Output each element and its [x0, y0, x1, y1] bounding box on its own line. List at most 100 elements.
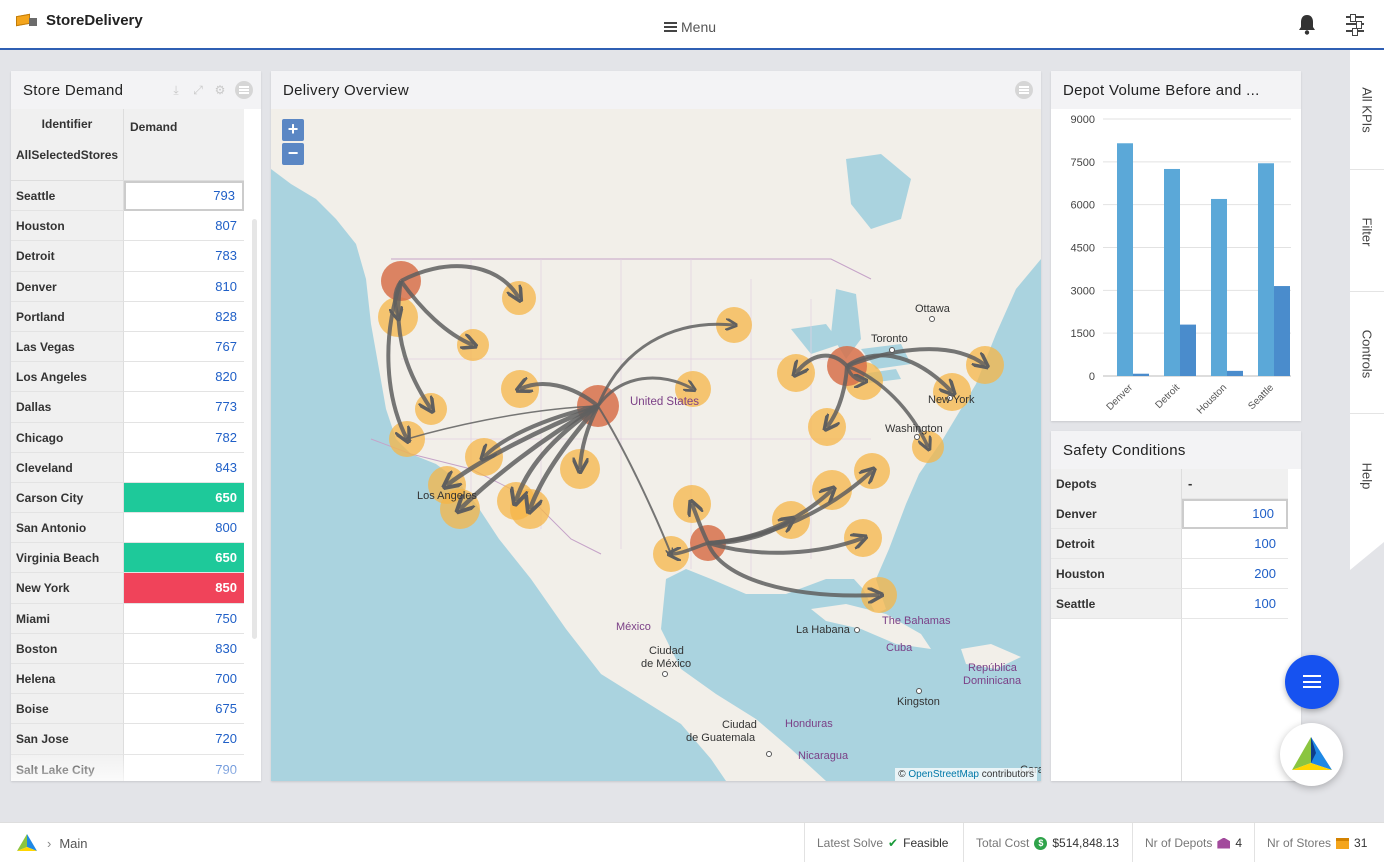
demand-cell[interactable]: 843: [124, 453, 244, 483]
depot-name-cell: Denver: [1051, 499, 1182, 529]
map-label-rep-dom-1: República: [968, 662, 1018, 674]
menu-label: Menu: [681, 19, 717, 35]
y-tick-label: 1500: [1071, 328, 1095, 340]
demand-cell[interactable]: 650: [124, 482, 244, 514]
bar-detroit-series-1[interactable]: [1164, 168, 1180, 376]
scrollbar[interactable]: [252, 219, 257, 639]
delivery-map[interactable]: Ottawa Toronto United States New York Wa…: [271, 109, 1041, 781]
delivery-overview-panel: Delivery Overview Ottawa Toronto United …: [271, 71, 1041, 781]
demand-cell[interactable]: 782: [124, 423, 244, 453]
table-row: San Antonio 800: [11, 513, 261, 544]
download-icon[interactable]: ⤓: [169, 83, 183, 97]
tab-all-kpis[interactable]: All KPIs: [1350, 50, 1384, 170]
table-row: Detroit 100: [1051, 529, 1301, 559]
demand-cell[interactable]: 828: [124, 302, 244, 332]
demand-cell[interactable]: 820: [124, 362, 244, 393]
menu-button[interactable]: Menu: [664, 19, 716, 35]
fab-menu-button[interactable]: [1285, 655, 1339, 709]
panel-menu-icon[interactable]: [1015, 81, 1033, 99]
identifier-header: Identifier: [41, 117, 93, 131]
safety-value-cell[interactable]: 100: [1182, 529, 1288, 559]
delivery-overview-title: Delivery Overview: [283, 81, 409, 99]
safety-conditions-table: Depots - Denver 100 Detroit 100 Houston 200 Se…: [1051, 469, 1301, 781]
breadcrumb-main[interactable]: Main: [59, 836, 87, 851]
expand-icon[interactable]: ⤢: [191, 83, 205, 97]
delivery-overview-header: Delivery Overview: [271, 71, 1041, 109]
depot-name-cell: Detroit: [1051, 529, 1182, 559]
bell-icon[interactable]: [1297, 13, 1317, 35]
bar-denver-series-1[interactable]: [1117, 143, 1133, 376]
table-row: Portland 828: [11, 301, 261, 332]
store-name-cell: Las Vegas: [11, 331, 124, 363]
map-label-bahamas: The Bahamas: [882, 615, 951, 627]
gear-icon[interactable]: ⚙: [213, 83, 227, 97]
tab-filter[interactable]: Filter: [1350, 172, 1384, 292]
app-title: StoreDelivery: [46, 12, 143, 29]
map-label-rep-dom-2: Dominicana: [963, 675, 1022, 687]
demand-cell[interactable]: 783: [124, 241, 244, 272]
store-name-cell: New York: [11, 573, 124, 604]
map-label-nicaragua: Nicaragua: [798, 750, 849, 762]
demand-cell[interactable]: 773: [124, 392, 244, 423]
openstreetmap-link[interactable]: OpenStreetMap: [908, 769, 979, 780]
y-tick-label: 6000: [1071, 200, 1095, 212]
table-row: New York 850: [11, 573, 261, 604]
bar-seattle-series-1[interactable]: [1258, 163, 1274, 376]
demand-cell[interactable]: 675: [124, 694, 244, 725]
map-label-la-habana: La Habana: [796, 624, 851, 636]
demand-cell[interactable]: 793: [124, 181, 244, 212]
demand-cell[interactable]: 800: [124, 513, 244, 544]
chevron-right-icon: ›: [47, 835, 52, 851]
bar-detroit-series-2[interactable]: [1180, 324, 1196, 376]
table-row: Carson City 650: [11, 482, 261, 514]
tab-controls[interactable]: Controls: [1350, 294, 1384, 414]
bar-seattle-series-2[interactable]: [1274, 286, 1290, 376]
hamburger-icon: [664, 22, 677, 32]
safety-value-cell[interactable]: 100: [1182, 589, 1288, 619]
demand-cell[interactable]: 650: [124, 543, 244, 574]
map-canvas: Ottawa Toronto United States New York Wa…: [271, 109, 1041, 781]
bar-denver-series-2[interactable]: [1133, 373, 1149, 376]
bar-houston-series-1[interactable]: [1211, 198, 1227, 376]
demand-cell[interactable]: 850: [124, 573, 244, 604]
value-header: -: [1182, 469, 1288, 499]
store-name-cell: Chicago: [11, 422, 124, 453]
hamburger-icon: [1303, 675, 1321, 688]
zoom-out-button[interactable]: −: [282, 143, 304, 165]
bar-houston-series-2[interactable]: [1227, 370, 1243, 376]
aimms-logo-button[interactable]: [1280, 723, 1343, 786]
store-name-cell: San Antonio: [11, 513, 124, 544]
safety-value-cell[interactable]: 200: [1182, 559, 1288, 589]
demand-cell[interactable]: 767: [124, 332, 244, 363]
table-row: Houston 807: [11, 211, 261, 242]
store-name-cell: Seattle: [11, 181, 124, 212]
map-label-kingston: Kingston: [897, 696, 940, 708]
demand-cell[interactable]: 700: [124, 664, 244, 695]
store-name-cell: Boston: [11, 633, 124, 664]
demand-cell[interactable]: 810: [124, 272, 244, 302]
dollar-icon: $: [1034, 836, 1048, 850]
demand-cell[interactable]: 807: [124, 211, 244, 242]
y-tick-label: 3000: [1071, 285, 1095, 297]
safety-conditions-title: Safety Conditions: [1063, 441, 1186, 459]
table-row: Detroit 783: [11, 241, 261, 272]
map-label-new-york: New York: [928, 394, 975, 406]
panel-menu-icon[interactable]: [235, 81, 253, 99]
map-label-mexico: México: [616, 621, 651, 633]
safety-value-cell[interactable]: 100: [1182, 499, 1288, 529]
safety-conditions-panel: Safety Conditions Depots - Denver 100 Detr…: [1051, 431, 1301, 781]
table-row: Cleveland 843: [11, 452, 261, 483]
demand-cell[interactable]: 750: [124, 604, 244, 634]
table-row: Denver 810: [11, 271, 261, 302]
zoom-in-button[interactable]: +: [282, 119, 304, 141]
settings-sliders-icon[interactable]: [1346, 14, 1364, 36]
demand-header: Demand: [124, 109, 244, 181]
aimms-home-icon[interactable]: [15, 833, 39, 853]
store-name-cell: Boise: [11, 694, 124, 725]
store-demand-table: Identifier AllSelectedStores Demand Seat…: [11, 109, 261, 781]
demand-cell[interactable]: 830: [124, 634, 244, 664]
app-logo[interactable]: StoreDelivery: [16, 12, 143, 29]
store-name-cell: Houston: [11, 211, 124, 242]
latest-solve-status: Latest Solve ✔ Feasible: [804, 823, 960, 862]
tab-help[interactable]: Help: [1350, 416, 1384, 536]
